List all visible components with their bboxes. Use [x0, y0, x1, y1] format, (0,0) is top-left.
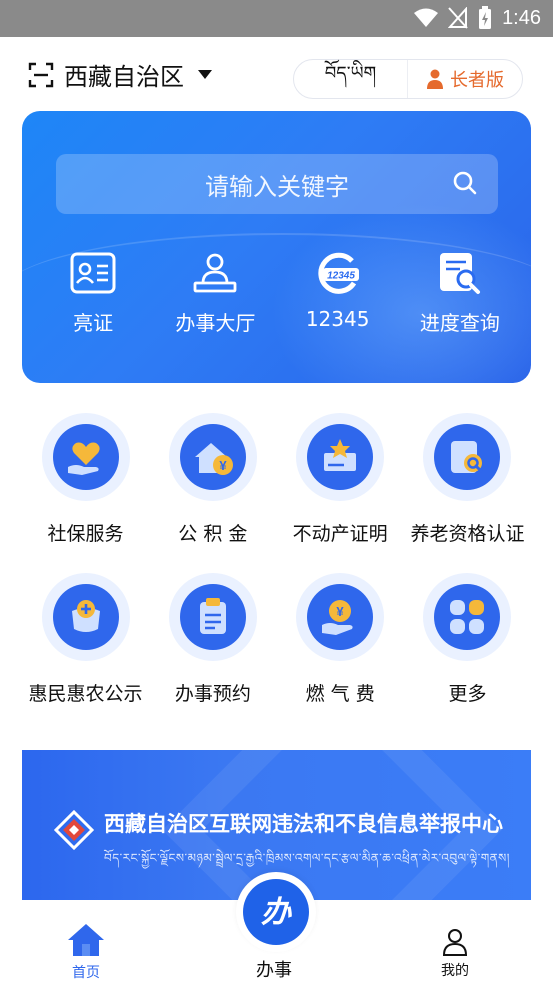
- tile-circle: [52, 424, 119, 490]
- quick-action-hotline[interactable]: 12345 12345: [283, 251, 393, 336]
- quick-action-progress[interactable]: 进度查询: [405, 251, 515, 336]
- tile-circle: [307, 424, 374, 490]
- quick-action-label: 进度查询: [419, 311, 500, 335]
- service-label: 社保服务: [47, 523, 124, 545]
- tile-circle: [52, 584, 119, 650]
- tile-circle: [434, 584, 501, 650]
- tile-background: [41, 573, 130, 661]
- service-label: 燃 气 费: [305, 683, 375, 705]
- service-label: 更多: [448, 683, 487, 705]
- hero-card: 请输入关键字 亮证 办事大厅 12345 12345 进度查询: [22, 111, 531, 383]
- id-card-icon: [70, 252, 116, 294]
- home-icon: [68, 924, 104, 956]
- quick-action-show-id[interactable]: 亮证: [38, 251, 148, 336]
- service-label: 办事预约: [174, 683, 251, 705]
- tile-background: ¥: [168, 413, 257, 501]
- nav-home[interactable]: 首页: [66, 922, 106, 982]
- region-label[interactable]: 西藏自治区: [64, 57, 184, 92]
- service-real-estate-certificate[interactable]: 不动产证明: [277, 413, 404, 546]
- certificate-star-icon: [324, 439, 357, 471]
- quick-action-label: 12345: [305, 307, 370, 331]
- quick-action-label: 亮证: [73, 311, 114, 335]
- service-appointment[interactable]: 办事预约: [149, 573, 276, 706]
- elder-mode-label: 长者版: [450, 70, 504, 91]
- language-tibetan-button[interactable]: བོད་ཡིག: [294, 60, 408, 98]
- service-label: 不动产证明: [292, 523, 388, 545]
- mode-switch: བོད་ཡིག 长者版: [293, 59, 523, 99]
- tile-circle: [179, 584, 246, 650]
- tile-background: ¥: [296, 573, 385, 661]
- tile-background: [168, 573, 257, 661]
- svg-text:12345: 12345: [327, 271, 355, 282]
- service-housing-fund[interactable]: ¥ 公 积 金: [149, 413, 276, 546]
- quick-action-label: 办事大厅: [175, 311, 256, 335]
- do-business-glyph: 办: [261, 895, 292, 930]
- tile-background: [296, 413, 385, 501]
- service-more[interactable]: 更多: [404, 573, 531, 706]
- nav-home-label: 首页: [72, 965, 100, 981]
- service-social-security[interactable]: 社保服务: [22, 413, 149, 546]
- quick-actions: 亮证 办事大厅 12345 12345 进度查询: [22, 251, 531, 336]
- region-selector[interactable]: 西藏自治区: [28, 57, 212, 92]
- hotline-12345-icon: 12345: [318, 252, 359, 294]
- chevron-down-icon[interactable]: [198, 70, 212, 79]
- document-search-icon: [451, 441, 483, 473]
- report-center-logo-icon: [54, 810, 94, 850]
- center-action-wrap: 办: [236, 872, 316, 952]
- banner-title: 西藏自治区互联网违法和不良信息举报中心: [104, 812, 503, 836]
- money-bag-icon: [71, 600, 100, 632]
- service-benefit-notice[interactable]: 惠民惠农公示: [22, 573, 149, 706]
- service-label: 养老资格认证: [410, 523, 525, 545]
- tile-circle: ¥: [307, 584, 374, 650]
- progress-search-icon: [439, 253, 480, 294]
- service-pension-certification[interactable]: 养老资格认证: [404, 413, 531, 546]
- top-bar: 西藏自治区 བོད་ཡིག 长者版: [0, 37, 553, 111]
- svg-text:¥: ¥: [219, 458, 227, 473]
- scan-icon[interactable]: [28, 62, 54, 88]
- tile-background: [423, 413, 512, 501]
- yen-hand-icon: ¥: [322, 600, 353, 635]
- elder-mode-button[interactable]: 长者版: [408, 60, 522, 98]
- tile-background: [423, 573, 512, 661]
- service-hall-icon: [193, 253, 237, 293]
- search-icon[interactable]: [452, 170, 478, 196]
- tile-background: [41, 413, 130, 501]
- house-yen-icon: ¥: [194, 443, 233, 475]
- search-bar[interactable]: 请输入关键字: [56, 154, 498, 214]
- heart-hand-icon: [67, 442, 100, 475]
- elder-person-icon: [427, 69, 443, 89]
- clipboard-icon: [199, 598, 226, 634]
- banner-subtitle: བོད་རང་སྐྱོང་ལྗོངས་མཉམ་སྦྲེལ་དྲ་རྒྱའི་ཁྲ…: [104, 851, 510, 865]
- services-row: 惠民惠农公示 办事预约 ¥ 燃 气 费 更多: [22, 573, 531, 706]
- services-row: 社保服务 ¥ 公 积 金 不动产证明 养老资格认证: [22, 413, 531, 546]
- services-grid: 社保服务 ¥ 公 积 金 不动产证明 养老资格认证 惠民惠农公示 办事预约 ¥ …: [22, 413, 531, 733]
- user-icon: [442, 929, 468, 956]
- nav-business-label[interactable]: 办事: [256, 956, 292, 982]
- do-business-button[interactable]: 办: [243, 879, 309, 945]
- wifi-icon: [414, 8, 439, 27]
- bottom-navigation: 首页 办 办事 我的: [0, 872, 553, 983]
- tile-circle: ¥: [179, 424, 246, 490]
- service-label: 公 积 金: [178, 523, 248, 545]
- no-signal-icon: [448, 7, 468, 29]
- service-label: 惠民惠农公示: [28, 683, 143, 705]
- tile-circle: [434, 424, 501, 490]
- battery-charging-icon: [479, 6, 492, 29]
- search-placeholder[interactable]: 请输入关键字: [205, 167, 349, 202]
- service-gas-fee[interactable]: ¥ 燃 气 费: [277, 573, 404, 706]
- do-business-icon: 办: [261, 895, 292, 930]
- quick-action-service-hall[interactable]: 办事大厅: [160, 251, 270, 336]
- svg-text:¥: ¥: [337, 604, 345, 619]
- status-icons: 1:46: [414, 6, 541, 30]
- nav-mine[interactable]: 我的: [441, 928, 469, 980]
- status-time: 1:46: [502, 6, 541, 29]
- status-bar: 1:46: [0, 0, 553, 37]
- more-grid-icon: [450, 600, 485, 634]
- nav-mine-label: 我的: [441, 963, 469, 979]
